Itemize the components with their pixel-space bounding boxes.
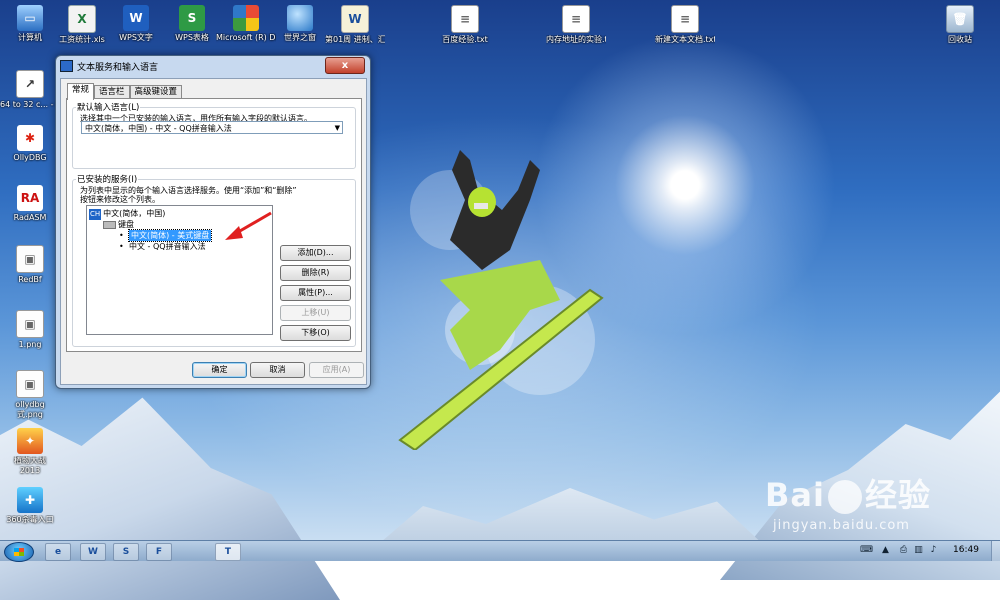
- computer-icon: ▭: [17, 5, 43, 31]
- new-txt-shortcut[interactable]: ≡ 新建文本文档.txt: [655, 5, 715, 45]
- default-language-label: 默认输入语言(L): [76, 101, 141, 113]
- game-shortcut[interactable]: ✦ 植物大战 2013: [0, 428, 60, 476]
- start-button[interactable]: [4, 542, 34, 562]
- image-file-icon: ▣: [16, 310, 44, 338]
- keyboard-icon: [60, 60, 73, 72]
- computer-icon-shortcut[interactable]: ▭ 计算机: [0, 5, 60, 43]
- antivirus-icon: ✚: [17, 487, 43, 513]
- dialog-titlebar[interactable]: 文本服务和输入语言: [60, 58, 360, 74]
- redbf-shortcut[interactable]: ▣ RedBf: [0, 245, 60, 285]
- word-doc-icon: W: [341, 5, 369, 33]
- move-down-button[interactable]: 下移(O): [280, 325, 351, 341]
- doc-01-shortcut[interactable]: W 第01周 进制、汇编...: [325, 5, 385, 45]
- tree-keyboard-node[interactable]: 键盘: [103, 219, 134, 230]
- baidu-txt-shortcut[interactable]: ≡ 百度经验.txt: [435, 5, 495, 45]
- dialog-title: 文本服务和输入语言: [77, 62, 159, 73]
- convert-png-shortcut[interactable]: ▣ ollydbg 式.png: [0, 370, 60, 420]
- language-badge: CH: [89, 209, 102, 220]
- watermark-url: jingyan.baidu.com: [773, 518, 910, 533]
- globe-icon: [287, 5, 313, 31]
- ms-dev-shortcut[interactable]: Microsoft (R) Devel...: [216, 5, 276, 43]
- taskbar-wps-sheet-button[interactable]: S: [113, 543, 139, 561]
- png1-shortcut[interactable]: ▣ 1.png: [0, 310, 60, 350]
- printer-icon[interactable]: ⎙: [898, 545, 909, 556]
- radasm-icon: RA: [17, 185, 43, 211]
- wps-et-shortcut[interactable]: S WPS表格: [162, 5, 222, 43]
- windows-logo-icon: [14, 548, 24, 556]
- text-file-icon: ≡: [562, 5, 590, 33]
- taskbar: e W S F T ⌨ ▲ ⎙ ▥ ♪ 16:49: [0, 540, 1000, 562]
- arrow-up-icon[interactable]: ▲: [880, 545, 891, 556]
- volume-icon[interactable]: ♪: [928, 545, 939, 556]
- network-icon[interactable]: ▥: [913, 545, 924, 556]
- taskbar-wps-button[interactable]: W: [80, 543, 106, 561]
- shortcut-icon: ↗: [16, 70, 44, 98]
- tab-general[interactable]: 常规: [67, 83, 95, 100]
- taskbar-folder-button[interactable]: F: [146, 543, 172, 561]
- properties-button[interactable]: 属性(P)...: [280, 285, 351, 301]
- move-up-button[interactable]: 上移(U): [280, 305, 351, 321]
- shortcut64-shortcut[interactable]: ↗ 64 to 32 c... - 快捷方式: [0, 70, 60, 110]
- microsoft-dev-icon: [233, 5, 259, 31]
- installed-services-desc-2: 按钮来修改这个列表。: [80, 195, 160, 204]
- ollydbg-icon: ✱: [17, 125, 43, 151]
- taskbar-clock[interactable]: 16:49: [953, 545, 979, 555]
- keyboard-icon: [103, 220, 116, 229]
- antivirus-shortcut[interactable]: ✚ 360杀毒入口: [0, 487, 60, 525]
- mem-txt-shortcut[interactable]: ≡ 内存地址的实验.txt: [546, 5, 606, 45]
- radasm-shortcut[interactable]: RA RadASM: [0, 185, 60, 223]
- cancel-button[interactable]: 取消: [250, 362, 305, 378]
- tree-bullet: •: [119, 242, 124, 251]
- red-arrow-annotation: [225, 211, 272, 240]
- world-browser-shortcut[interactable]: 世界之窗: [270, 5, 330, 43]
- wps-word-icon: W: [123, 5, 149, 31]
- baidu-watermark: Bai 经验 jingyan.baidu.com: [765, 470, 995, 540]
- tab-advanced-keys[interactable]: 高级键设置: [129, 85, 183, 99]
- installed-services-label: 已安装的服务(I): [76, 173, 139, 185]
- tab-strip: 常规 语言栏 高级键设置: [67, 83, 183, 100]
- default-language-value: 中文(简体，中国) - 中文 - QQ拼音输入法: [85, 124, 232, 133]
- tree-item-qq-pinyin[interactable]: 中文 - QQ拼音输入法: [129, 241, 206, 252]
- game-icon: ✦: [17, 428, 43, 454]
- apply-button[interactable]: 应用(A): [309, 362, 364, 378]
- text-file-icon: ≡: [671, 5, 699, 33]
- input-method-icon[interactable]: ⌨: [860, 545, 873, 556]
- taskbar-text-services-button[interactable]: T: [215, 543, 241, 561]
- wps-sheet-icon: S: [179, 5, 205, 31]
- close-button[interactable]: x: [325, 57, 365, 74]
- image-file-icon: ▣: [16, 245, 44, 273]
- tree-bullet: •: [119, 231, 124, 240]
- tab-language-bar[interactable]: 语言栏: [94, 85, 130, 99]
- image-file-icon: ▣: [16, 370, 44, 398]
- excel-file-icon: X: [68, 5, 96, 33]
- paw-icon: [827, 480, 862, 514]
- ok-button[interactable]: 确定: [192, 362, 247, 378]
- text-services-dialog: 文本服务和输入语言 x 常规 语言栏 高级键设置 默认输入语言(L) 选择其中一…: [55, 55, 371, 389]
- recycle-bin-shortcut[interactable]: 🗑 回收站: [930, 5, 990, 45]
- taskbar-ie-button[interactable]: e: [45, 543, 71, 561]
- recycle-bin-icon: 🗑: [946, 5, 974, 33]
- ollydbg-shortcut[interactable]: ✱ OllyDBG: [0, 125, 60, 163]
- wps-word-shortcut[interactable]: W WPS文字: [106, 5, 166, 43]
- text-file-icon: ≡: [451, 5, 479, 33]
- dialog-body: 常规 语言栏 高级键设置 默认输入语言(L) 选择其中一个已安装的输入语言，用作…: [60, 78, 367, 385]
- add-button[interactable]: 添加(D)...: [280, 245, 351, 261]
- snowboarder-image: [398, 150, 604, 450]
- tree-item-us-keyboard[interactable]: 中文(简体) - 美式键盘: [127, 229, 213, 242]
- chevron-down-icon: ▼: [334, 124, 340, 132]
- default-language-select[interactable]: 中文(简体，中国) - 中文 - QQ拼音输入法 ▼: [81, 121, 343, 134]
- baidu-logo: Bai 经验: [765, 476, 931, 514]
- xls-file-shortcut[interactable]: X 工资统计.xls: [52, 5, 112, 45]
- remove-button[interactable]: 删除(R): [280, 265, 351, 281]
- show-desktop-button[interactable]: [991, 541, 1000, 561]
